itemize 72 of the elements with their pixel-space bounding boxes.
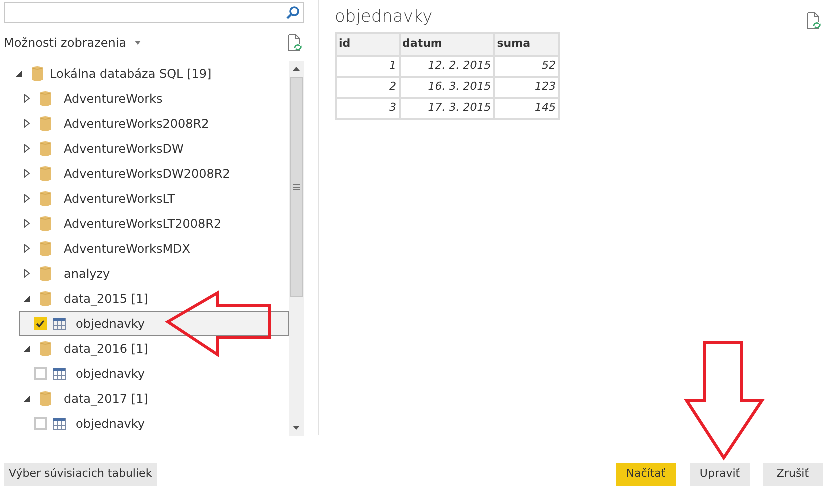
column-header: id <box>336 32 400 56</box>
database-label[interactable]: AdventureWorksDW <box>64 140 184 158</box>
table-cell: 12. 2. 2015 <box>400 56 494 76</box>
table-cell: 123 <box>494 76 559 98</box>
database-icon <box>40 390 51 406</box>
database-icon <box>40 90 51 106</box>
database-label[interactable]: data_2017 [1] <box>64 390 148 408</box>
expanded-arrow-icon[interactable] <box>24 296 30 302</box>
table-icon <box>53 368 66 380</box>
scroll-down-icon[interactable] <box>293 426 300 430</box>
scrollbar[interactable] <box>289 61 304 436</box>
checkbox[interactable] <box>34 417 47 430</box>
refresh-icon[interactable] <box>807 12 821 30</box>
expanded-arrow-icon[interactable] <box>24 396 30 402</box>
database-icon <box>40 290 51 306</box>
database-icon <box>40 116 51 132</box>
table-cell: 2 <box>336 76 400 98</box>
database-label[interactable]: AdventureWorks <box>64 90 163 108</box>
table-cell: 1 <box>336 56 400 76</box>
scrollbar-thumb[interactable] <box>290 77 303 297</box>
refresh-icon[interactable] <box>288 34 302 52</box>
database-label[interactable]: analyzy <box>64 264 110 282</box>
collapsed-arrow-icon[interactable] <box>24 269 30 278</box>
database-label[interactable]: data_2016 [1] <box>64 340 148 358</box>
database-icon <box>40 190 51 206</box>
collapsed-arrow-icon[interactable] <box>24 244 30 253</box>
collapsed-arrow-icon[interactable] <box>24 169 30 178</box>
table-cell: 145 <box>494 98 559 118</box>
table-cell: 16. 3. 2015 <box>400 76 494 98</box>
load-button[interactable]: Načítať <box>616 463 676 486</box>
table-cell: 3 <box>336 98 400 118</box>
preview-title: objednavky <box>335 6 433 29</box>
table-icon <box>53 318 66 330</box>
database-icon <box>40 140 51 156</box>
search-icon[interactable] <box>286 6 300 20</box>
database-icon <box>40 240 51 256</box>
database-icon <box>40 216 51 232</box>
expanded-arrow-icon[interactable] <box>16 70 22 76</box>
view-options-dropdown[interactable]: Možnosti zobrazenia <box>4 34 141 52</box>
column-header: suma <box>494 32 559 56</box>
checkbox[interactable] <box>34 317 47 330</box>
collapsed-arrow-icon[interactable] <box>24 94 30 103</box>
database-label[interactable]: AdventureWorksLT <box>64 190 176 208</box>
action-button[interactable]: Zrušiť <box>763 463 823 486</box>
caret-icon <box>134 41 141 45</box>
table-cell: 52 <box>494 56 559 76</box>
action-button[interactable]: Upraviť <box>690 463 750 486</box>
collapsed-arrow-icon[interactable] <box>24 144 30 153</box>
table-list-item[interactable]: objednavky <box>19 311 289 336</box>
database-icon <box>40 340 51 356</box>
database-label[interactable]: data_2015 [1] <box>64 290 148 308</box>
action-button[interactable]: Výber súvisiacich tabuliek <box>4 463 158 486</box>
database-icon <box>40 166 51 182</box>
table-list-item[interactable]: objednavky <box>19 361 289 386</box>
database-label[interactable]: AdventureWorksLT2008R2 <box>64 214 222 232</box>
collapsed-arrow-icon[interactable] <box>24 219 30 228</box>
database-label[interactable]: AdventureWorksDW2008R2 <box>64 164 230 182</box>
table-icon <box>53 418 66 430</box>
search-field[interactable] <box>4 2 304 23</box>
column-header: datum <box>400 32 494 56</box>
database-icon <box>40 266 51 282</box>
checkbox[interactable] <box>34 367 47 380</box>
collapsed-arrow-icon[interactable] <box>24 119 30 128</box>
database-icon <box>32 66 43 82</box>
database-label[interactable]: AdventureWorksMDX <box>64 240 191 258</box>
collapsed-arrow-icon[interactable] <box>24 194 30 203</box>
database-label[interactable]: AdventureWorks2008R2 <box>64 114 210 132</box>
table-cell: 17. 3. 2015 <box>400 98 494 118</box>
database-label[interactable]: Lokálna databáza SQL [19] <box>50 64 212 82</box>
scroll-up-icon[interactable] <box>293 67 300 71</box>
table-list-item[interactable]: objednavky <box>19 411 289 436</box>
expanded-arrow-icon[interactable] <box>24 346 30 352</box>
